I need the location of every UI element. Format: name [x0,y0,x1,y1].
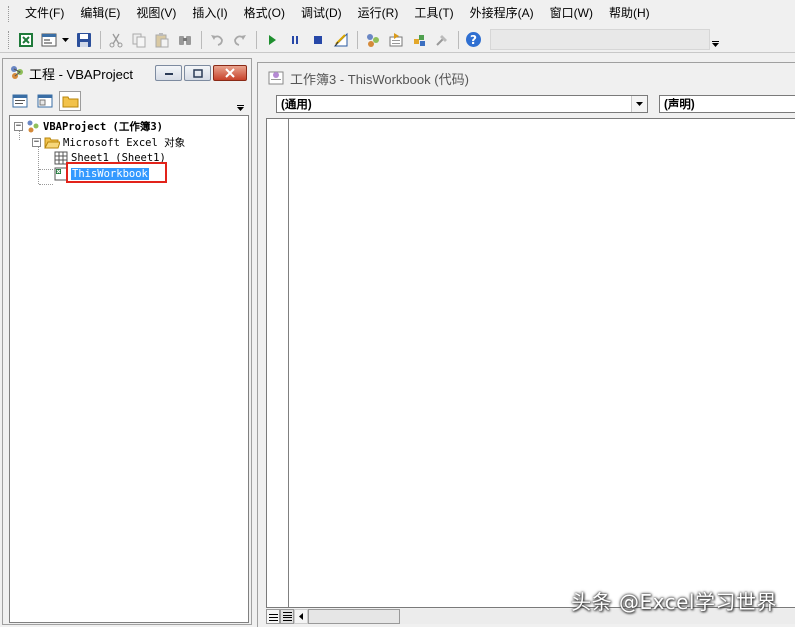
menu-run[interactable]: 运行(R) [350,0,407,27]
undo-icon[interactable] [206,29,227,50]
menubar-grip[interactable] [8,5,11,22]
minimize-button[interactable] [155,65,182,81]
toolbar-separator [256,30,257,49]
tree-node-label: VBAProject (工作簿3) [43,120,164,133]
project-titlebar[interactable]: 工程 - VBAProject [3,59,251,87]
menu-format[interactable]: 格式(O) [236,0,293,27]
folder-open-icon [44,136,60,149]
chevron-down-icon[interactable] [631,96,647,112]
menu-insert[interactable]: 插入(I) [184,0,235,27]
toolbar-options-icon[interactable] [710,29,720,50]
project-explorer-pane: 工程 - VBAProject − VBAProject (工作簿3) − Mi… [2,58,252,625]
tree-connector [39,184,53,185]
menu-window[interactable]: 窗口(W) [542,0,601,27]
project-toolbar-options-icon[interactable] [235,91,245,111]
menu-view[interactable]: 视图(V) [128,0,184,27]
code-window: 工作簿3 - ThisWorkbook (代码) (通用) (声明) [257,62,795,627]
view-object-button[interactable] [34,91,56,111]
toolbar-separator [201,30,202,49]
toolbar-separator [357,30,358,49]
insert-dropdown-icon[interactable] [61,29,69,50]
indicator-margin[interactable] [267,119,289,607]
tree-node-excel-objects[interactable]: − Microsoft Excel 对象 [32,134,185,150]
full-module-view-button[interactable] [280,609,294,624]
design-mode-icon[interactable] [330,29,351,50]
menu-tools[interactable]: 工具(T) [406,0,461,27]
run-icon[interactable] [261,29,282,50]
procedure-combo-value: (声明) [664,99,695,111]
code-titlebar[interactable]: 工作簿3 - ThisWorkbook (代码) [258,63,795,93]
tree-node-vbaproject[interactable]: − VBAProject (工作簿3) [14,118,163,134]
menu-addins[interactable]: 外接程序(A) [462,0,542,27]
toggle-folders-button[interactable] [59,91,81,111]
tree-connector [39,169,53,170]
project-toolbar [9,89,84,113]
save-icon[interactable] [73,29,94,50]
location-display [490,29,710,50]
paste-icon[interactable] [151,29,172,50]
toolbox-icon[interactable] [431,29,452,50]
tree-node-label: Microsoft Excel 对象 [63,136,186,149]
collapse-icon[interactable]: − [32,137,41,147]
help-icon[interactable]: ? [463,29,484,50]
properties-icon[interactable] [385,29,406,50]
code-editor[interactable] [266,118,795,608]
highlight-box [66,162,167,183]
menu-bar: 文件(F) 编辑(E) 视图(V) 插入(I) 格式(O) 调试(D) 运行(R… [0,0,795,27]
project-explorer-icon[interactable] [362,29,383,50]
break-icon[interactable] [284,29,305,50]
object-combo[interactable]: (通用) [276,95,648,113]
full-module-view-icon [282,612,292,621]
reset-icon[interactable] [307,29,328,50]
project-title: 工程 - VBAProject [29,66,134,82]
standard-toolbar: ? [0,27,795,53]
object-combo-value: (通用) [281,99,312,111]
redo-icon[interactable] [229,29,250,50]
horizontal-scrollbar-thumb[interactable] [308,609,400,624]
procedure-view-button[interactable] [266,609,280,624]
view-object-icon [37,94,53,108]
toolbar-grip[interactable] [8,30,11,49]
excel-icon[interactable] [15,29,36,50]
view-code-icon [12,94,28,108]
minimize-icon [164,73,173,75]
collapse-icon[interactable]: − [14,121,23,131]
close-icon [225,68,235,78]
find-icon[interactable] [174,29,195,50]
menu-debug[interactable]: 调试(D) [293,0,350,27]
procedure-combo[interactable]: (声明) [659,95,795,113]
restore-icon [192,68,203,78]
object-browser-icon[interactable] [408,29,429,50]
scroll-left-button[interactable] [294,609,308,624]
project-tree: − VBAProject (工作簿3) − Microsoft Excel 对象… [9,115,249,623]
close-button[interactable] [213,65,247,81]
toolbar-separator [100,30,101,49]
project-explorer-icon [9,64,25,83]
code-window-icon [268,69,284,88]
restore-button[interactable] [184,65,211,81]
insert-userform-icon[interactable] [38,29,59,50]
view-code-button[interactable] [9,91,31,111]
copy-icon[interactable] [128,29,149,50]
chevron-left-icon [299,613,303,620]
menu-edit[interactable]: 编辑(E) [72,0,128,27]
watermark: 头条 @Excel学习世界 [571,590,777,614]
project-icon [26,119,40,133]
cut-icon[interactable] [105,29,126,50]
code-title: 工作簿3 - ThisWorkbook (代码) [290,71,469,87]
tree-connector [38,146,39,184]
procedure-view-icon [268,613,278,621]
toolbar-separator [458,30,459,49]
folder-icon [62,96,78,108]
menu-file[interactable]: 文件(F) [17,0,72,27]
svg-text:?: ? [470,33,477,47]
menu-help[interactable]: 帮助(H) [601,0,658,27]
